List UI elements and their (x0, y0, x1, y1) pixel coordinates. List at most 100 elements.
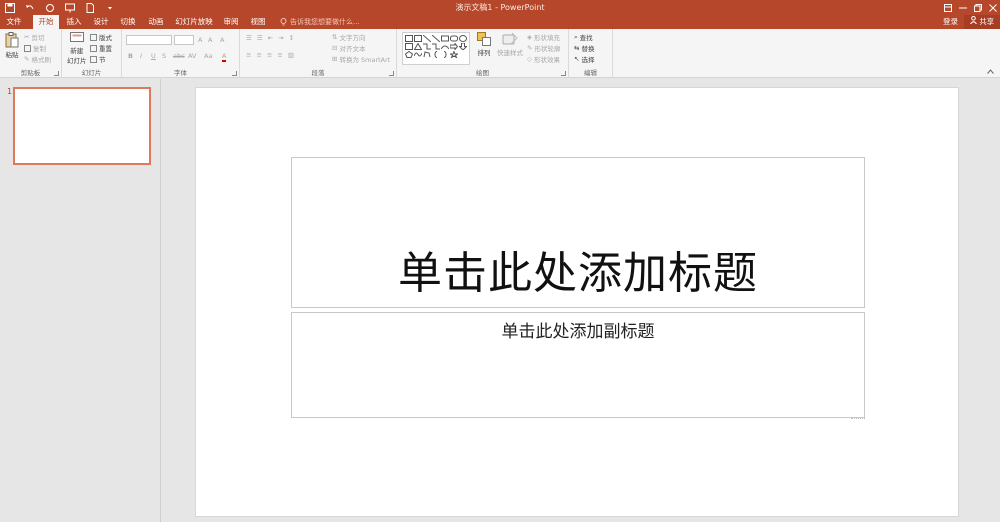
shapes-gallery[interactable] (402, 32, 470, 65)
section-button[interactable]: 节 (90, 54, 106, 64)
share-button[interactable]: 共享 (964, 15, 1000, 29)
vtextbox-shape-icon[interactable] (413, 34, 422, 42)
ribbon-display-icon[interactable] (940, 0, 955, 15)
title-placeholder[interactable]: 单击此处添加标题 (291, 157, 865, 308)
shrink-font-button[interactable]: A (208, 36, 212, 44)
char-spacing-button[interactable]: AV (188, 52, 196, 60)
restore-icon[interactable] (970, 0, 985, 15)
window-controls (940, 0, 1000, 15)
textbox-shape-icon[interactable] (404, 34, 413, 42)
new-slide-label2: 幻灯片 (67, 57, 87, 65)
paragraph-group: ☰ ☰ ⇤ ⇥ ↕ ≡ ≡ ≡ ≡ ▥ ⇅ 文字方向 ⊟ 对齐文本 ⊞ 转换为 SmartArt 段落 (240, 29, 397, 78)
drawing-launcher-icon[interactable] (561, 71, 566, 76)
quick-styles-label: 快速样式 (497, 49, 523, 57)
clipboard-launcher-icon[interactable] (54, 71, 59, 76)
underline-button[interactable]: U (151, 52, 156, 60)
format-painter-label: 格式刷 (31, 56, 51, 64)
align-text-icon: ⊟ (332, 44, 338, 52)
freeform-shape-icon[interactable] (422, 50, 431, 58)
paragraph-launcher-icon[interactable] (389, 71, 394, 76)
outdent-icon: ⇥ (278, 34, 287, 42)
new-slide-button[interactable]: 新建 幻灯片 (67, 32, 87, 65)
close-icon[interactable] (985, 0, 1000, 15)
bold-button[interactable]: B (128, 52, 133, 60)
oval-shape-icon[interactable] (458, 34, 467, 42)
slide-canvas[interactable]: 单击此处添加标题 单击此处添加副标题 (195, 87, 959, 517)
paste-button[interactable]: 粘贴 (5, 32, 19, 59)
replace-icon: ⇆ (574, 44, 580, 52)
minimize-icon[interactable] (955, 0, 970, 15)
font-size-combo[interactable] (174, 35, 194, 45)
tab-file[interactable]: 文件 (2, 15, 26, 29)
reset-button[interactable]: 重置 (90, 43, 112, 53)
reset-label: 重置 (99, 45, 112, 53)
right-arrow-shape-icon[interactable] (449, 42, 458, 50)
pentagon-shape-icon[interactable] (404, 50, 413, 58)
font-color-icon: A (222, 52, 227, 62)
collapse-ribbon-icon[interactable] (987, 69, 994, 74)
down-arrow-shape-icon[interactable] (458, 42, 467, 50)
font-group: A A A B I U S abc AV Aa A 字体 (122, 29, 240, 78)
tab-home[interactable]: 开始 (33, 15, 59, 29)
list-buttons[interactable]: ☰ ☰ ⇤ ⇥ ↕ (246, 34, 297, 42)
arrange-icon (477, 32, 491, 46)
clear-format-button[interactable]: A (220, 36, 224, 44)
tab-design[interactable]: 设计 (89, 15, 113, 29)
arrow-line-shape-icon[interactable] (431, 34, 440, 42)
rounded-rect-shape-icon[interactable] (449, 34, 458, 42)
rect2-shape-icon[interactable] (404, 42, 413, 50)
arrange-button[interactable]: 排列 (477, 32, 491, 57)
find-button[interactable]: ⌕ 查找 (574, 32, 593, 43)
rectangle-shape-icon[interactable] (440, 34, 449, 42)
paste-label: 粘贴 (5, 51, 19, 59)
slide-thumbnail-pane: 1 (0, 79, 161, 522)
change-case-button[interactable]: Aa (204, 52, 212, 60)
star-shape-icon[interactable] (449, 50, 458, 58)
strikethrough-button[interactable]: abc (173, 52, 185, 60)
format-painter-button[interactable]: ✎ 格式刷 (24, 54, 51, 64)
italic-button[interactable]: I (140, 52, 142, 60)
resize-mark (851, 413, 865, 419)
shape-fill-button[interactable]: ◈ 形状填充 (527, 32, 560, 42)
cut-button[interactable]: ✂ 剪切 (24, 32, 44, 42)
align-text-button[interactable]: ⊟ 对齐文本 (332, 43, 365, 53)
subtitle-placeholder[interactable]: 单击此处添加副标题 (291, 312, 865, 418)
curved-arrow-shape-icon[interactable] (440, 42, 449, 50)
tab-insert[interactable]: 插入 (62, 15, 86, 29)
grow-font-button[interactable]: A (198, 36, 202, 44)
tab-animations[interactable]: 动画 (143, 15, 169, 29)
clipboard-group-label: 剪贴板 (20, 69, 41, 77)
smartart-button[interactable]: ⊞ 转换为 SmartArt (332, 54, 390, 64)
replace-button[interactable]: ⇆ 替换 (574, 43, 594, 53)
brace-left-shape-icon[interactable] (431, 50, 440, 58)
elbow-connector-shape-icon[interactable] (422, 42, 431, 50)
quick-styles-button[interactable]: 快速样式 (497, 32, 523, 57)
editing-group: ⌕ 查找 ⇆ 替换 ↖ 选择 编辑 (569, 29, 613, 78)
font-launcher-icon[interactable] (232, 71, 237, 76)
tell-me-box[interactable]: 告诉我您想要做什么... (280, 15, 360, 29)
layout-button[interactable]: 版式 (90, 32, 112, 42)
copy-button[interactable]: 复制 (24, 43, 46, 53)
font-name-combo[interactable] (126, 35, 172, 45)
line-shape-icon[interactable] (422, 34, 431, 42)
tab-review[interactable]: 审阅 (219, 15, 243, 29)
arrange-label: 排列 (477, 49, 491, 57)
shape-outline-button[interactable]: ✎ 形状轮廓 (527, 43, 560, 53)
tab-view[interactable]: 视图 (246, 15, 270, 29)
font-color-button[interactable]: A (222, 52, 227, 62)
select-button[interactable]: ↖ 选择 (574, 54, 594, 64)
curve-shape-icon[interactable] (413, 50, 422, 58)
align-text-label: 对齐文本 (339, 45, 366, 53)
signin-link[interactable]: 登录 (943, 15, 958, 29)
tab-slideshow[interactable]: 幻灯片放映 (172, 15, 216, 29)
brace-right-shape-icon[interactable] (440, 50, 449, 58)
shadow-button[interactable]: S (162, 52, 166, 60)
align-buttons[interactable]: ≡ ≡ ≡ ≡ ▥ (246, 51, 297, 59)
triangle-shape-icon[interactable] (413, 42, 422, 50)
tab-transitions[interactable]: 切换 (116, 15, 140, 29)
elbow-arrow-shape-icon[interactable] (431, 42, 440, 50)
text-direction-button[interactable]: ⇅ 文字方向 (332, 32, 365, 42)
shape-effects-button[interactable]: ◇ 形状效果 (527, 54, 560, 64)
cursor-icon: ↖ (574, 55, 580, 63)
slide-thumbnail[interactable] (13, 87, 151, 165)
